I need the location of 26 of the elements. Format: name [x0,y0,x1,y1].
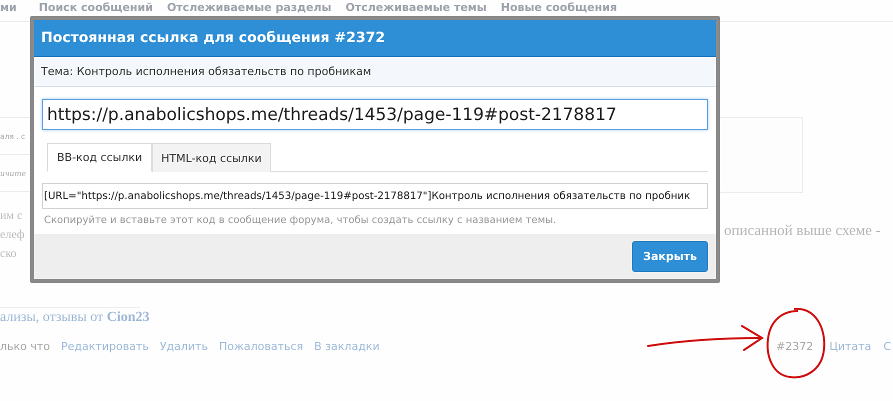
action-link[interactable]: В закладки [314,340,380,353]
post-date: лько что [0,340,50,353]
code-field[interactable]: [URL="https://p.anabolicshops.me/threads/1453/page-119#post-2178817"]Контроль исполнения обязательств по пробник [42,183,708,209]
text-fragment: им с [0,207,24,224]
nav-link[interactable]: Отслеживаемые разделы [166,1,332,14]
hint-text: Скопируйте и вставьте этот код в сообщение форума, чтобы создать ссылку с названием темы. [43,215,558,226]
post-number-link[interactable]: #2372 [776,340,814,353]
nav-link[interactable]: Поиск сообщений [38,1,153,14]
nav-link[interactable]: Отслеживаемые темы [345,1,487,14]
topic-label: Тема: Контроль исполнения обязательств по пробникам [34,57,716,87]
dialog-title: Постоянная ссылка для сообщения #2372 [34,20,716,57]
url-field[interactable]: https://p.anabolicshops.me/threads/1453/page-119#post-2178817 [42,99,708,130]
thread-link[interactable]: ализы, отзывы от Cion23 [0,310,150,325]
nav-link[interactable]: ми [0,1,17,14]
tab[interactable]: BB-код ссылки [47,143,152,172]
action-link[interactable]: Цитата [829,340,872,353]
action-link[interactable]: Пожаловаться [218,340,304,353]
tab[interactable]: HTML-код ссылки [152,143,271,172]
text-fragment: елеф [0,226,26,243]
action-link[interactable]: Удалить [160,340,208,353]
close-button[interactable]: Закрыть [632,241,708,272]
nav-link[interactable]: Новые сообщения [500,1,618,14]
text-fragment: ско [0,245,18,262]
post-text: описанной выше схеме - [723,223,882,240]
action-link[interactable]: Редактировать [61,340,149,353]
action-link[interactable]: С [883,340,891,353]
